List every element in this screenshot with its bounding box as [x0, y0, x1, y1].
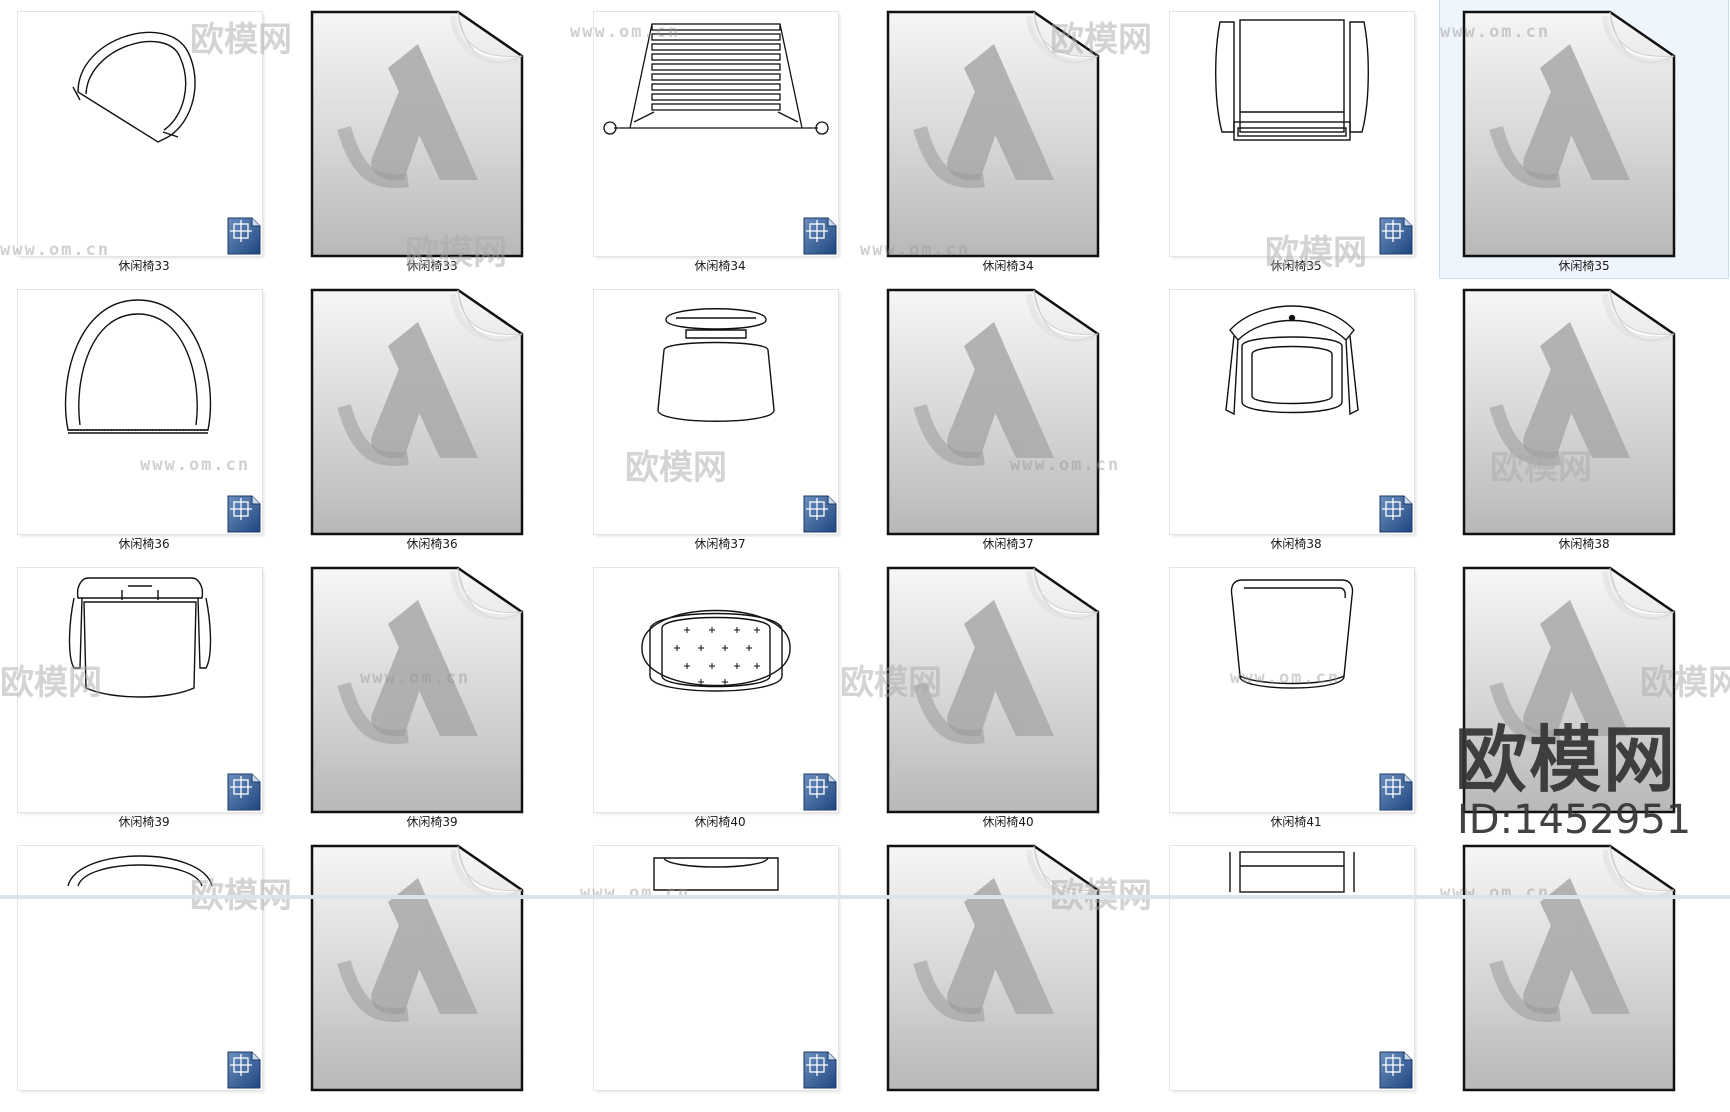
file-name-label: 休闲椅33 [118, 259, 170, 273]
document-thumbnail [1460, 286, 1700, 538]
file-item-doc[interactable]: 休闲椅37 [864, 278, 1152, 556]
file-name-label: 休闲椅41 [1270, 815, 1322, 829]
file-name-label: 休闲椅37 [982, 537, 1034, 551]
file-item-doc[interactable] [1440, 834, 1728, 1112]
cad-file-icon [803, 1051, 837, 1089]
file-name-label: 休闲椅33 [406, 259, 458, 273]
file-name-label: 休闲椅35 [1270, 259, 1322, 273]
drawing-thumbnail [594, 568, 838, 812]
drawing-thumbnail [594, 846, 838, 1090]
cad-file-icon [227, 217, 261, 255]
autodesk-document-icon [1462, 10, 1676, 258]
drawing-thumbnail [18, 12, 262, 256]
file-item-dwg[interactable]: 休闲椅35 [1152, 0, 1440, 278]
cad-file-icon [1379, 217, 1413, 255]
file-item-doc[interactable]: 休闲椅38 [1440, 278, 1728, 556]
file-item-dwg[interactable]: 休闲椅37 [576, 278, 864, 556]
document-thumbnail [308, 8, 548, 260]
cad-file-icon [227, 495, 261, 533]
drawing-thumbnail [1170, 846, 1414, 1090]
file-item-doc[interactable]: 休闲椅39 [288, 556, 576, 834]
autodesk-document-icon [310, 288, 524, 536]
file-item-dwg[interactable] [576, 834, 864, 1112]
file-name-label: 休闲椅34 [694, 259, 746, 273]
drawing-thumbnail [594, 12, 838, 256]
cad-file-icon [803, 495, 837, 533]
file-item-dwg[interactable]: 休闲椅41 [1152, 556, 1440, 834]
autodesk-document-icon [1462, 288, 1676, 536]
drawing-thumbnail [1170, 568, 1414, 812]
file-name-label: 休闲椅39 [118, 815, 170, 829]
cad-file-icon [1379, 773, 1413, 811]
file-name-label: 休闲椅40 [982, 815, 1034, 829]
file-item-doc[interactable] [288, 834, 576, 1112]
cad-file-icon [803, 217, 837, 255]
drawing-thumbnail [1170, 12, 1414, 256]
autodesk-document-icon [1462, 844, 1676, 1092]
cad-file-icon [1379, 1051, 1413, 1089]
file-item-doc[interactable]: 休闲椅34 [864, 0, 1152, 278]
file-item-doc[interactable]: 休闲椅40 [864, 556, 1152, 834]
file-name-label: 休闲椅34 [982, 259, 1034, 273]
file-item-dwg[interactable]: 休闲椅33 [0, 0, 288, 278]
drawing-thumbnail [1170, 290, 1414, 534]
file-item-doc[interactable]: 休闲椅33 [288, 0, 576, 278]
file-item-doc[interactable]: 休闲椅35 [1439, 0, 1729, 279]
cad-file-icon [227, 1051, 261, 1089]
file-item-dwg[interactable]: 休闲椅40 [576, 556, 864, 834]
horizontal-scrollbar[interactable] [0, 895, 1730, 899]
file-item-dwg[interactable]: 休闲椅34 [576, 0, 864, 278]
file-item-doc[interactable]: 休闲椅36 [288, 278, 576, 556]
document-thumbnail [308, 842, 548, 1094]
drawing-thumbnail [18, 846, 262, 1090]
document-thumbnail [308, 286, 548, 538]
file-name-label: 休闲椅40 [694, 815, 746, 829]
file-name-label: 休闲椅38 [1270, 537, 1322, 551]
file-item-dwg[interactable]: 休闲椅38 [1152, 278, 1440, 556]
cad-file-icon [1379, 495, 1413, 533]
drawing-thumbnail [18, 568, 262, 812]
file-item-dwg[interactable] [1152, 834, 1440, 1112]
cad-file-icon [803, 773, 837, 811]
autodesk-document-icon [886, 288, 1100, 536]
file-name-label: 休闲椅39 [406, 815, 458, 829]
file-item-doc[interactable] [864, 834, 1152, 1112]
autodesk-document-icon [310, 844, 524, 1092]
document-thumbnail [308, 564, 548, 816]
file-name-label: 休闲椅36 [118, 537, 170, 551]
autodesk-document-icon [310, 10, 524, 258]
file-item-dwg[interactable] [0, 834, 288, 1112]
file-name-label: 休闲椅36 [406, 537, 458, 551]
autodesk-document-icon [310, 566, 524, 814]
file-grid: 休闲椅33 休闲椅33 休闲椅34 休闲椅34 休闲椅35 休闲椅35 休闲椅36 休闲椅36… [0, 0, 1730, 1092]
file-item-doc[interactable] [1440, 556, 1728, 834]
file-item-dwg[interactable]: 休闲椅36 [0, 278, 288, 556]
autodesk-document-icon [886, 566, 1100, 814]
file-name-label: 休闲椅38 [1558, 537, 1610, 551]
autodesk-document-icon [886, 844, 1100, 1092]
document-thumbnail [1460, 564, 1700, 816]
drawing-thumbnail [594, 290, 838, 534]
file-item-dwg[interactable]: 休闲椅39 [0, 556, 288, 834]
document-thumbnail [884, 564, 1124, 816]
document-thumbnail [884, 8, 1124, 260]
document-thumbnail [1460, 8, 1700, 260]
file-name-label: 休闲椅37 [694, 537, 746, 551]
drawing-thumbnail [18, 290, 262, 534]
file-name-label: 休闲椅35 [1558, 259, 1610, 273]
autodesk-document-icon [1462, 566, 1676, 814]
document-thumbnail [1460, 842, 1700, 1094]
autodesk-document-icon [886, 10, 1100, 258]
document-thumbnail [884, 286, 1124, 538]
document-thumbnail [884, 842, 1124, 1094]
cad-file-icon [227, 773, 261, 811]
